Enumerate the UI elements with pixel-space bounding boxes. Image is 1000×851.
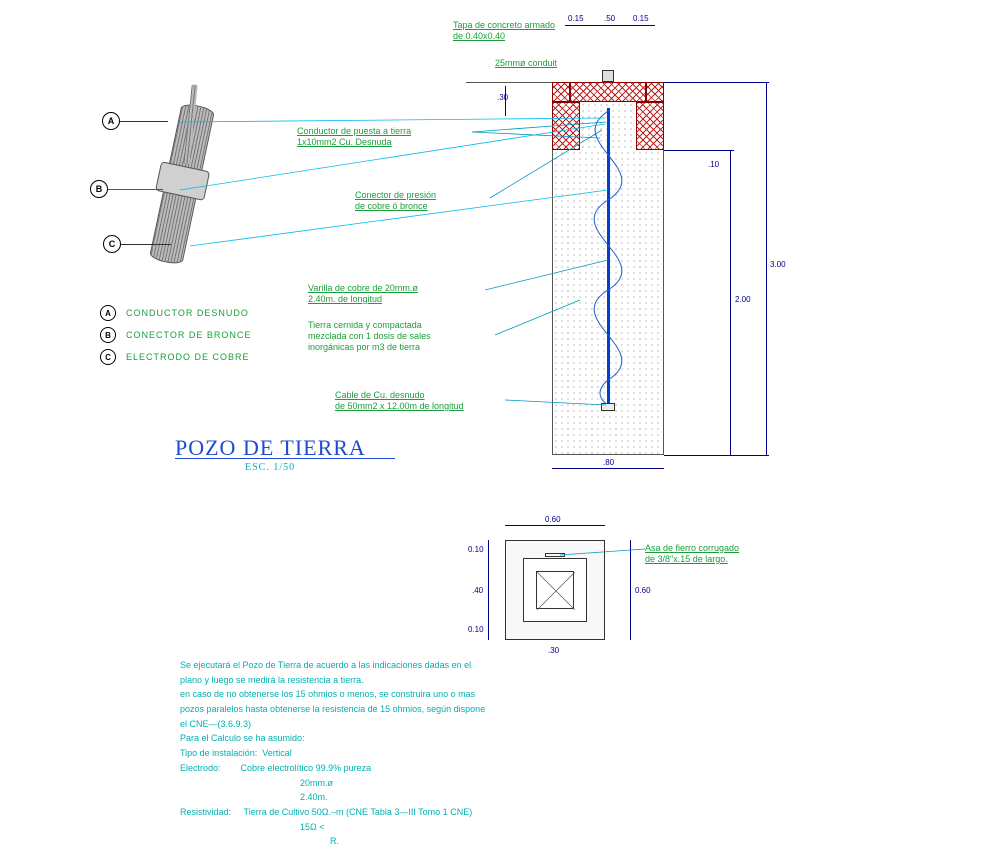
note-l10: 2.40m. <box>180 792 940 804</box>
dim-right-total: 3.00 <box>770 260 786 269</box>
annotation-asa: Asa de fierro corrugado de 3/8"x.15 de l… <box>645 543 815 565</box>
dimline-r1 <box>664 150 734 151</box>
legend-marker-a: A <box>100 305 116 321</box>
note-l12: 15Ω < <box>180 822 940 834</box>
annotation-varilla: Varilla de cobre de 20mm.ø 2.40m. de lon… <box>308 283 488 305</box>
annotation-cable-cu: Cable de Cu. desnudo de 50mm2 x 12.00m d… <box>335 390 525 412</box>
plan-dim-top <box>505 525 605 526</box>
note-l4: pozos paralelos hasta obtenerse la resis… <box>180 704 940 716</box>
dim-top-right: 0.15 <box>633 14 649 23</box>
leader-c <box>121 244 171 245</box>
dim-right-seg1: .10 <box>708 160 719 169</box>
legend-label-b: CONECTOR DE BRONCE <box>126 330 251 340</box>
collar-left-top <box>552 82 570 102</box>
plan-dim-l2: .40 <box>472 586 483 595</box>
plan-dim-right-val: 0.60 <box>635 586 651 595</box>
marker-a: A <box>102 112 120 130</box>
note-l2: plano y luego se medirá la resistencia a… <box>180 675 940 687</box>
leader-a <box>120 121 168 122</box>
plan-dim-top-val: 0.60 <box>545 515 561 524</box>
drawing-scale: ESC. 1/50 <box>245 462 295 473</box>
title-underline <box>175 458 395 459</box>
dim-left-step: .30 <box>497 93 508 102</box>
dimline-top-ext <box>664 82 769 83</box>
legend-label-a: CONDUCTOR DESNUDO <box>126 308 249 318</box>
dimline-left-step <box>505 86 506 116</box>
note-l6: Para el Calculo se ha asumido: <box>180 733 940 745</box>
plan-dim-l1: 0.10 <box>468 545 484 554</box>
notes-block: Se ejecutará el Pozo de Tierra de acuerd… <box>180 660 940 851</box>
dimline-bottom <box>552 468 664 469</box>
legend-marker-b: B <box>100 327 116 343</box>
dim-bottom: .80 <box>603 458 614 467</box>
marker-b: B <box>90 180 108 198</box>
annotation-conduit: 25mmø conduit <box>495 58 557 69</box>
note-l9: 20mm.ø <box>180 778 940 790</box>
annotation-conector-presion: Conector de presión de cobre ó bronce <box>355 190 495 212</box>
note-l1: Se ejecutará el Pozo de Tierra de acuerd… <box>180 660 940 672</box>
bottom-clamp <box>601 403 615 411</box>
annotation-tapa: Tapa de concreto armado de 0.40x0.40 <box>453 20 623 42</box>
dimline-top <box>565 25 655 26</box>
collar-right-top <box>646 82 664 102</box>
dim-right-seg2: 2.00 <box>735 295 751 304</box>
dim-top-mid: .50 <box>604 14 615 23</box>
leader-asa <box>560 545 650 565</box>
tapa-handle <box>602 70 614 82</box>
note-l3: en caso de no obtenerse los 15 ohmios o … <box>180 689 940 701</box>
marker-c: C <box>103 235 121 253</box>
legend: A CONDUCTOR DESNUDO B CONECTOR DE BRONCE… <box>100 305 251 371</box>
plan-dim-b2: .30 <box>548 646 559 655</box>
note-l13: R. <box>180 836 940 848</box>
annotation-tierra-cernida: Tierra cernida y compactada mezclada con… <box>308 320 498 352</box>
dimline-right-200 <box>730 150 731 455</box>
legend-label-c: ELECTRODO DE COBRE <box>126 352 250 362</box>
legend-row-c: C ELECTRODO DE COBRE <box>100 349 251 365</box>
note-l5: el CNE—(3.6.9.3) <box>180 719 940 731</box>
dim-top-left: 0.15 <box>568 14 584 23</box>
annotation-conductor-puesta: Conductor de puesta a tierra 1x10mm2 Cu.… <box>297 126 472 148</box>
note-l8: Electrodo: Cobre electrolítico 99.9% pur… <box>180 763 940 775</box>
leader-b <box>108 189 163 190</box>
helical-cable <box>560 110 656 410</box>
note-l11: Resistividad: Tierra de Cultivo 50Ω.–m (… <box>180 807 940 819</box>
plan-dim-left <box>488 540 489 640</box>
rod-detail <box>149 102 216 266</box>
dimline-bot-ext <box>664 455 769 456</box>
tapa-concrete <box>570 82 646 102</box>
plan-inner <box>536 571 574 609</box>
dimline-right-total <box>766 82 767 455</box>
legend-marker-c: C <box>100 349 116 365</box>
plan-dim-l3: 0.10 <box>468 625 484 634</box>
legend-row-a: A CONDUCTOR DESNUDO <box>100 305 251 321</box>
legend-row-b: B CONECTOR DE BRONCE <box>100 327 251 343</box>
note-l7: Tipo de instalación: Vertical <box>180 748 940 760</box>
